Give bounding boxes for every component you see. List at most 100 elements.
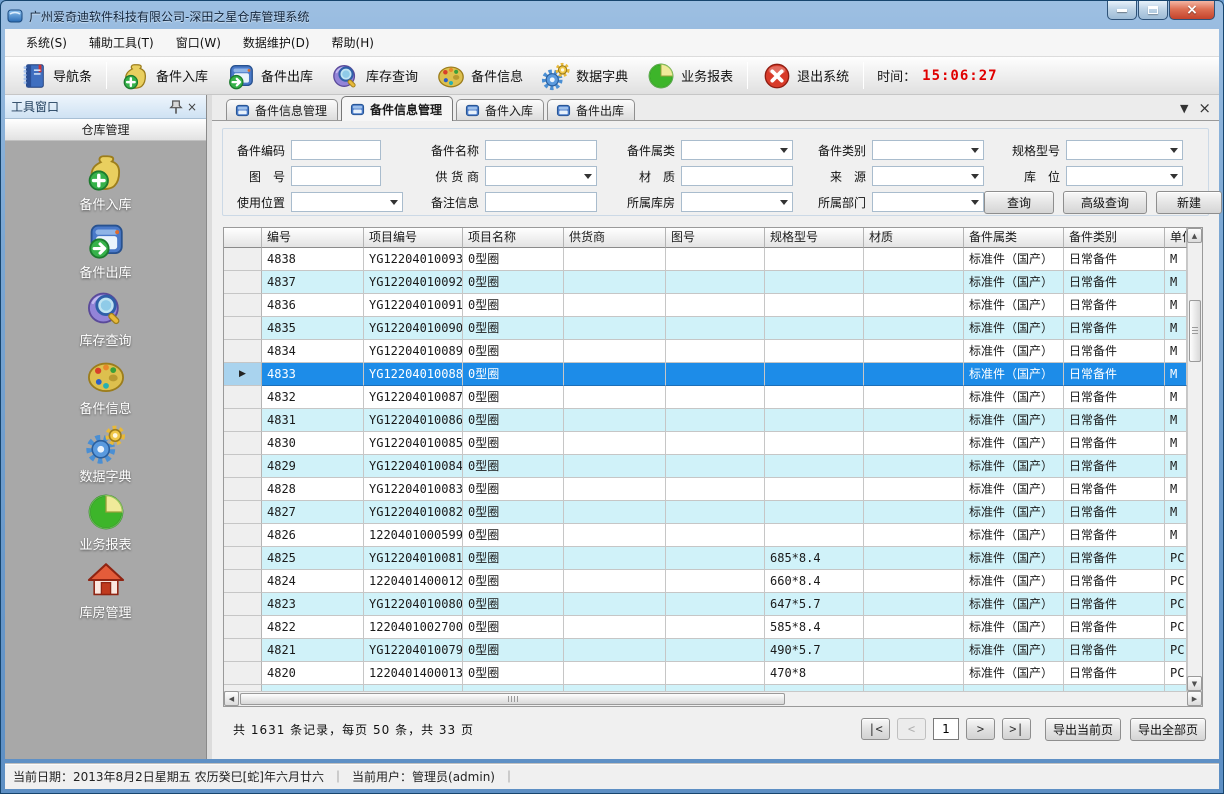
row-header[interactable] xyxy=(224,455,262,478)
menu-item-3[interactable]: 数据维护(D) xyxy=(232,30,321,55)
vscroll-thumb[interactable] xyxy=(1189,300,1201,362)
row-header[interactable] xyxy=(224,616,262,639)
search-select-1-4[interactable] xyxy=(1066,166,1183,186)
chevron-down-icon[interactable] xyxy=(778,141,790,159)
row-header[interactable] xyxy=(224,524,262,547)
row-header[interactable] xyxy=(224,570,262,593)
table-row[interactable]: 482212204010027000型圈585*8.4标准件（国产）日常备件PC xyxy=(224,616,1187,639)
row-header[interactable] xyxy=(224,409,262,432)
search-input-1-0[interactable] xyxy=(291,166,381,186)
table-row[interactable]: 4830YG122040100850型圈标准件（国产）日常备件M xyxy=(224,432,1187,455)
toolbar-button-1[interactable]: 备件入库 xyxy=(112,58,217,94)
tab-1[interactable]: 备件信息管理 xyxy=(341,96,453,121)
first-page-button[interactable]: |< xyxy=(861,718,890,740)
search-select-1-3[interactable] xyxy=(872,166,984,186)
query-button[interactable]: 查询 xyxy=(984,191,1054,214)
tab-3[interactable]: 备件出库 xyxy=(547,99,635,120)
scroll-up-icon[interactable]: ▲ xyxy=(1187,228,1202,243)
column-header-5[interactable]: 图号 xyxy=(666,228,765,248)
grid-corner-cell[interactable] xyxy=(224,228,262,248)
sidebar-item-3[interactable]: 备件信息 xyxy=(46,355,166,417)
row-header[interactable] xyxy=(224,547,262,570)
tab-2[interactable]: 备件入库 xyxy=(456,99,544,120)
pin-icon[interactable] xyxy=(168,99,184,115)
toolbar-button-6[interactable]: 业务报表 xyxy=(637,58,742,94)
search-text-input[interactable] xyxy=(486,141,596,159)
toolbar-button-4[interactable]: 备件信息 xyxy=(427,58,532,94)
sidebar-item-2[interactable]: 库存查询 xyxy=(46,287,166,349)
table-row[interactable]: 4828YG122040100830型圈标准件（国产）日常备件M xyxy=(224,478,1187,501)
close-button[interactable]: × xyxy=(1169,1,1215,20)
search-select-2-3[interactable] xyxy=(872,192,984,212)
row-header[interactable] xyxy=(224,271,262,294)
tab-close-icon[interactable]: × xyxy=(1198,101,1211,116)
search-select-0-3[interactable] xyxy=(872,140,984,160)
sidebar-item-0[interactable]: 备件入库 xyxy=(46,151,166,213)
row-header[interactable] xyxy=(224,593,262,616)
column-header-8[interactable]: 备件属类 xyxy=(964,228,1064,248)
search-text-input[interactable] xyxy=(486,193,596,211)
search-select-0-2[interactable] xyxy=(681,140,793,160)
search-text-input[interactable] xyxy=(682,167,792,185)
new-button[interactable]: 新建 xyxy=(1156,191,1222,214)
prev-page-button[interactable]: < xyxy=(897,718,926,740)
selected-row-marker[interactable]: ▶ xyxy=(224,363,262,386)
menu-item-4[interactable]: 帮助(H) xyxy=(321,30,385,55)
toolbar-button-3[interactable]: 库存查询 xyxy=(322,58,427,94)
toolbar-button-2[interactable]: 备件出库 xyxy=(217,58,322,94)
chevron-down-icon[interactable] xyxy=(582,167,594,185)
vertical-scrollbar[interactable]: ▲ ▼ xyxy=(1187,228,1202,691)
chevron-down-icon[interactable] xyxy=(969,167,981,185)
table-row[interactable]: 4836YG122040100910型圈标准件（国产）日常备件M xyxy=(224,294,1187,317)
table-row[interactable]: 4827YG122040100820型圈标准件（国产）日常备件M xyxy=(224,501,1187,524)
table-row[interactable]: 4834YG122040100890型圈标准件（国产）日常备件M xyxy=(224,340,1187,363)
row-header[interactable] xyxy=(224,294,262,317)
maximize-button[interactable] xyxy=(1138,1,1168,20)
page-number-input[interactable] xyxy=(933,718,959,740)
column-header-10[interactable]: 单位 xyxy=(1165,228,1187,248)
sidebar-item-6[interactable]: 库房管理 xyxy=(46,559,166,621)
minimize-button[interactable] xyxy=(1107,1,1137,20)
row-header[interactable] xyxy=(224,386,262,409)
table-row[interactable]: 4832YG122040100870型圈标准件（国产）日常备件M xyxy=(224,386,1187,409)
row-header[interactable] xyxy=(224,478,262,501)
horizontal-scrollbar[interactable]: ◀ ▶ xyxy=(224,691,1202,706)
export-current-page-button[interactable]: 导出当前页 xyxy=(1045,718,1121,741)
next-page-button[interactable]: > xyxy=(966,718,995,740)
table-row[interactable]: ▶4833YG122040100880型圈标准件（国产）日常备件M xyxy=(224,363,1187,386)
row-header[interactable] xyxy=(224,501,262,524)
scroll-left-icon[interactable]: ◀ xyxy=(224,691,239,706)
search-input-0-0[interactable] xyxy=(291,140,381,160)
sidebar-item-5[interactable]: 业务报表 xyxy=(46,491,166,553)
search-select-2-2[interactable] xyxy=(681,192,793,212)
row-header[interactable] xyxy=(224,340,262,363)
search-text-input[interactable] xyxy=(292,167,380,185)
search-select-1-1[interactable] xyxy=(485,166,597,186)
table-row[interactable]: 4838YG122040100930型圈标准件（国产）日常备件M xyxy=(224,248,1187,271)
hscroll-thumb[interactable] xyxy=(240,693,785,705)
menu-item-2[interactable]: 窗口(W) xyxy=(165,30,232,55)
export-all-pages-button[interactable]: 导出全部页 xyxy=(1130,718,1206,741)
row-header[interactable] xyxy=(224,432,262,455)
table-row[interactable]: 4829YG122040100840型圈标准件（国产）日常备件M xyxy=(224,455,1187,478)
column-header-4[interactable]: 供货商 xyxy=(564,228,666,248)
search-text-input[interactable] xyxy=(292,141,380,159)
chevron-down-icon[interactable] xyxy=(1168,141,1180,159)
sidebar-item-1[interactable]: 备件出库 xyxy=(46,219,166,281)
table-row[interactable]: 4837YG122040100920型圈标准件（国产）日常备件M xyxy=(224,271,1187,294)
table-row[interactable]: 4821YG122040100790型圈490*5.7标准件（国产）日常备件PC xyxy=(224,639,1187,662)
search-input-2-1[interactable] xyxy=(485,192,597,212)
scroll-right-icon[interactable]: ▶ xyxy=(1187,691,1202,706)
tab-0[interactable]: 备件信息管理 xyxy=(226,99,338,120)
menu-item-0[interactable]: 系统(S) xyxy=(15,30,78,55)
search-input-1-2[interactable] xyxy=(681,166,793,186)
row-header[interactable] xyxy=(224,248,262,271)
chevron-down-icon[interactable] xyxy=(778,193,790,211)
table-row[interactable]: 4835YG122040100900型圈标准件（国产）日常备件M xyxy=(224,317,1187,340)
chevron-down-icon[interactable] xyxy=(969,193,981,211)
column-header-3[interactable]: 项目名称 xyxy=(463,228,564,248)
chevron-down-icon[interactable] xyxy=(1168,167,1180,185)
column-header-6[interactable]: 规格型号 xyxy=(765,228,864,248)
chevron-down-icon[interactable] xyxy=(388,193,400,211)
table-row[interactable]: 4825YG122040100810型圈685*8.4标准件（国产）日常备件PC xyxy=(224,547,1187,570)
